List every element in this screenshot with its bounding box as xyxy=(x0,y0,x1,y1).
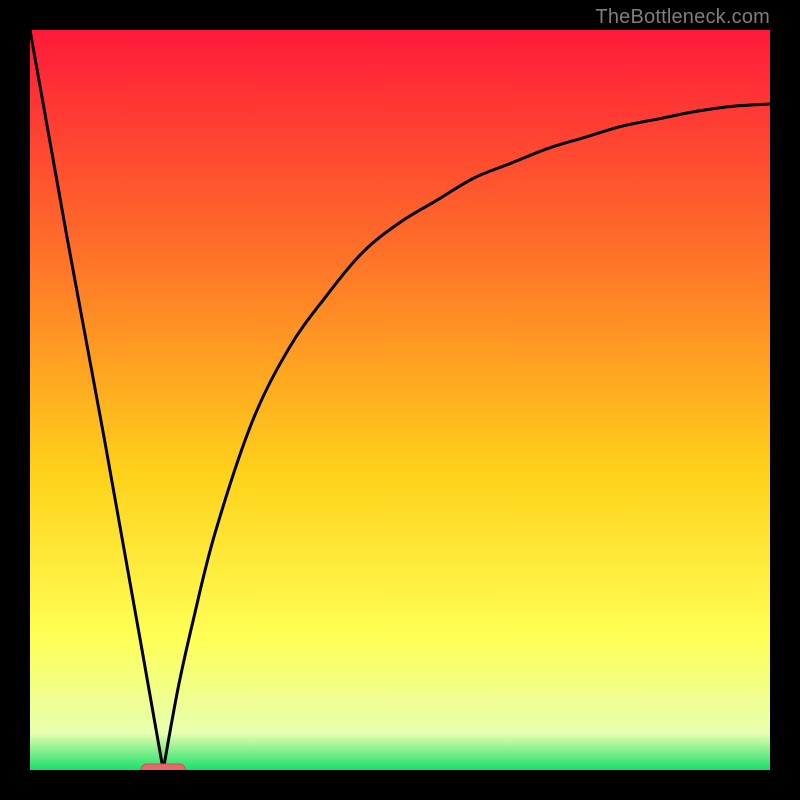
attribution-text: TheBottleneck.com xyxy=(595,6,770,29)
chart-frame xyxy=(30,30,770,770)
gradient-background xyxy=(30,30,770,770)
optimum-marker xyxy=(141,764,185,770)
bottleneck-chart xyxy=(30,30,770,770)
